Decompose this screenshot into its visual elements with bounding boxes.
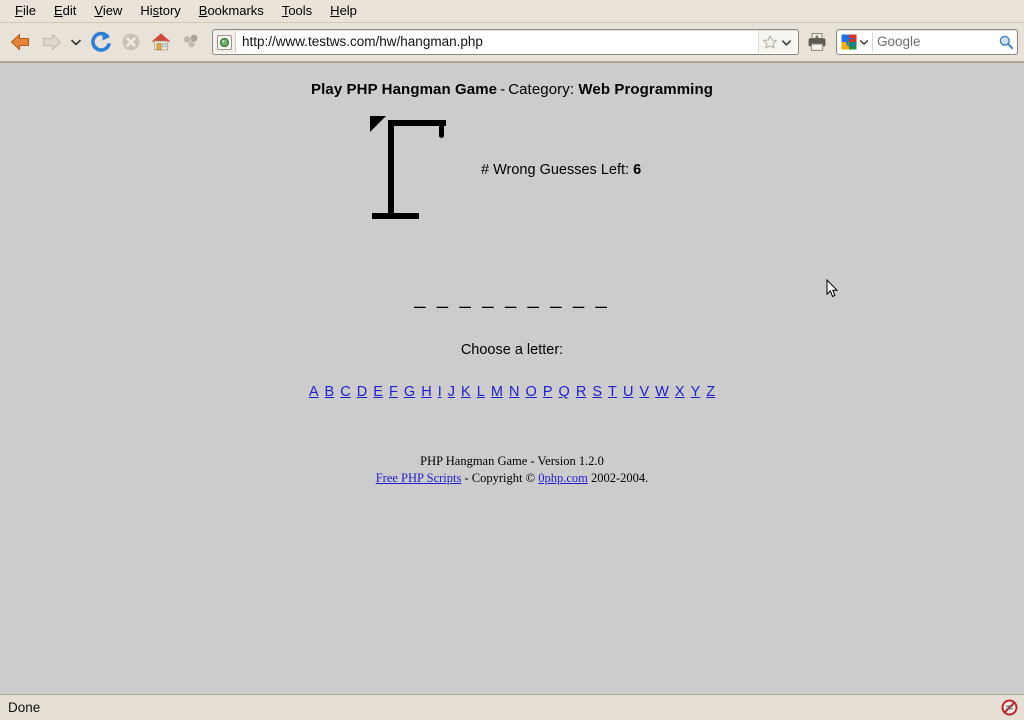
hangman-page: Play PHP Hangman Game - Category: Web Prog… <box>0 63 1024 485</box>
game-status-row: # Wrong Guesses Left: 6 <box>0 116 1024 266</box>
letter-link-m[interactable]: M <box>490 384 504 400</box>
wrong-guesses-label: # Wrong Guesses Left: <box>481 162 630 178</box>
url-text[interactable]: http://www.testws.com/hw/hangman.php <box>236 31 758 53</box>
letter-link-t[interactable]: T <box>607 384 618 400</box>
menu-item-file[interactable]: File <box>6 1 45 21</box>
letter-links: A B C D E F G H I J K L M N O P Q R S T … <box>0 383 1024 401</box>
feed-molecule-icon <box>184 34 198 48</box>
letter-link-d[interactable]: D <box>356 384 368 400</box>
search-go-button[interactable] <box>995 34 1017 50</box>
navigation-toolbar: http://www.testws.com/hw/hangman.php G G… <box>0 23 1024 62</box>
footer-credits: Free PHP Scripts - Copyright © 0php.com … <box>0 472 1024 485</box>
google-icon: G <box>841 34 857 50</box>
back-button[interactable] <box>6 27 36 57</box>
feed-button[interactable] <box>176 27 206 57</box>
search-input[interactable]: Google <box>872 32 995 52</box>
menu-item-view[interactable]: View <box>85 1 131 21</box>
status-icons <box>1001 699 1018 716</box>
category-label: Category: <box>508 81 575 98</box>
no-entry-icon[interactable] <box>1001 699 1018 716</box>
letter-link-x[interactable]: X <box>674 384 686 400</box>
bookmark-controls <box>758 31 798 53</box>
page-title-main: Play PHP Hangman Game <box>311 81 498 98</box>
footer-years: 2002-2004. <box>587 471 649 485</box>
word-display: _ _ _ _ _ _ _ _ _ <box>414 287 610 309</box>
letter-link-e[interactable]: E <box>372 384 384 400</box>
search-bar[interactable]: G Google <box>836 29 1018 55</box>
status-bar: Done <box>0 694 1024 720</box>
menu-item-bookmarks[interactable]: Bookmarks <box>190 1 273 21</box>
forward-button <box>36 27 66 57</box>
gallows-base <box>372 213 419 219</box>
magnifier-icon <box>999 35 1014 50</box>
home-icon <box>151 33 171 51</box>
status-text: Done <box>8 699 41 715</box>
globe-icon <box>216 34 232 50</box>
letter-link-h[interactable]: H <box>420 384 432 400</box>
chevron-down-icon <box>71 39 81 46</box>
footer-link-0php[interactable]: 0php.com <box>538 471 588 485</box>
forward-arrow-icon <box>42 33 62 51</box>
home-button[interactable] <box>146 27 176 57</box>
wrong-guesses-left: # Wrong Guesses Left: 6 <box>481 161 641 179</box>
menu-bar: File Edit View History Bookmarks Tools H… <box>0 0 1024 23</box>
gallows-brace <box>370 116 386 132</box>
reload-button[interactable] <box>86 27 116 57</box>
site-identity-icon[interactable] <box>213 31 236 53</box>
stop-button <box>116 27 146 57</box>
page-title-separator: - <box>500 81 506 98</box>
footer-version: PHP Hangman Game - Version 1.2.0 <box>420 454 604 468</box>
letter-link-a[interactable]: A <box>308 384 320 400</box>
history-dropdown-button[interactable] <box>66 27 86 57</box>
menu-item-tools[interactable]: Tools <box>273 1 321 21</box>
category-value: Web Programming <box>578 81 713 98</box>
printer-icon <box>808 33 826 51</box>
back-arrow-icon <box>10 33 30 51</box>
gallows-post <box>388 120 394 217</box>
letter-link-l[interactable]: L <box>476 384 486 400</box>
letter-link-q[interactable]: Q <box>558 384 571 400</box>
gallows-beam <box>388 120 446 126</box>
letter-link-v[interactable]: V <box>638 384 650 400</box>
choose-letter-prompt: Choose a letter: <box>460 342 564 358</box>
menu-item-help[interactable]: Help <box>321 1 366 21</box>
svg-text:G: G <box>846 35 856 50</box>
letter-link-k[interactable]: K <box>460 384 472 400</box>
address-bar[interactable]: http://www.testws.com/hw/hangman.php <box>212 29 799 55</box>
page-title: Play PHP Hangman Game - Category: Web Prog… <box>0 77 1024 100</box>
hangman-gallows-image <box>370 116 446 219</box>
search-engine-selector[interactable]: G <box>837 31 872 53</box>
print-button[interactable] <box>802 27 832 57</box>
star-icon[interactable] <box>762 34 778 50</box>
letter-link-p[interactable]: P <box>542 384 554 400</box>
letter-link-s[interactable]: S <box>591 384 603 400</box>
letter-link-f[interactable]: F <box>388 384 399 400</box>
address-dropdown-icon[interactable] <box>780 36 793 49</box>
footer-link-free-php-scripts[interactable]: Free PHP Scripts <box>376 471 462 485</box>
menu-item-history[interactable]: History <box>131 1 189 21</box>
letter-link-u[interactable]: U <box>622 384 634 400</box>
letter-link-r[interactable]: R <box>575 384 587 400</box>
footer-copyright-text: - Copyright © <box>461 471 539 485</box>
letter-link-g[interactable]: G <box>403 384 416 400</box>
reload-icon <box>91 31 111 52</box>
page-footer: PHP Hangman Game - Version 1.2.0 Free PH… <box>0 455 1024 485</box>
page-viewport: Play PHP Hangman Game - Category: Web Prog… <box>0 63 1024 694</box>
gallows-hook <box>439 125 444 138</box>
letter-link-w[interactable]: W <box>654 384 670 400</box>
letter-link-j[interactable]: J <box>447 384 456 400</box>
stop-icon <box>122 33 140 51</box>
letter-link-n[interactable]: N <box>508 384 520 400</box>
wrong-guesses-value: 6 <box>633 162 642 178</box>
letter-link-c[interactable]: C <box>339 384 351 400</box>
menu-item-edit[interactable]: Edit <box>45 1 85 21</box>
letter-link-z[interactable]: Z <box>705 384 716 400</box>
letter-link-i[interactable]: I <box>437 384 443 400</box>
search-engine-dropdown-icon[interactable] <box>858 36 870 48</box>
letter-link-o[interactable]: O <box>525 384 538 400</box>
letter-link-b[interactable]: B <box>324 384 336 400</box>
browser-chrome: File Edit View History Bookmarks Tools H… <box>0 0 1024 63</box>
letter-link-y[interactable]: Y <box>690 384 702 400</box>
